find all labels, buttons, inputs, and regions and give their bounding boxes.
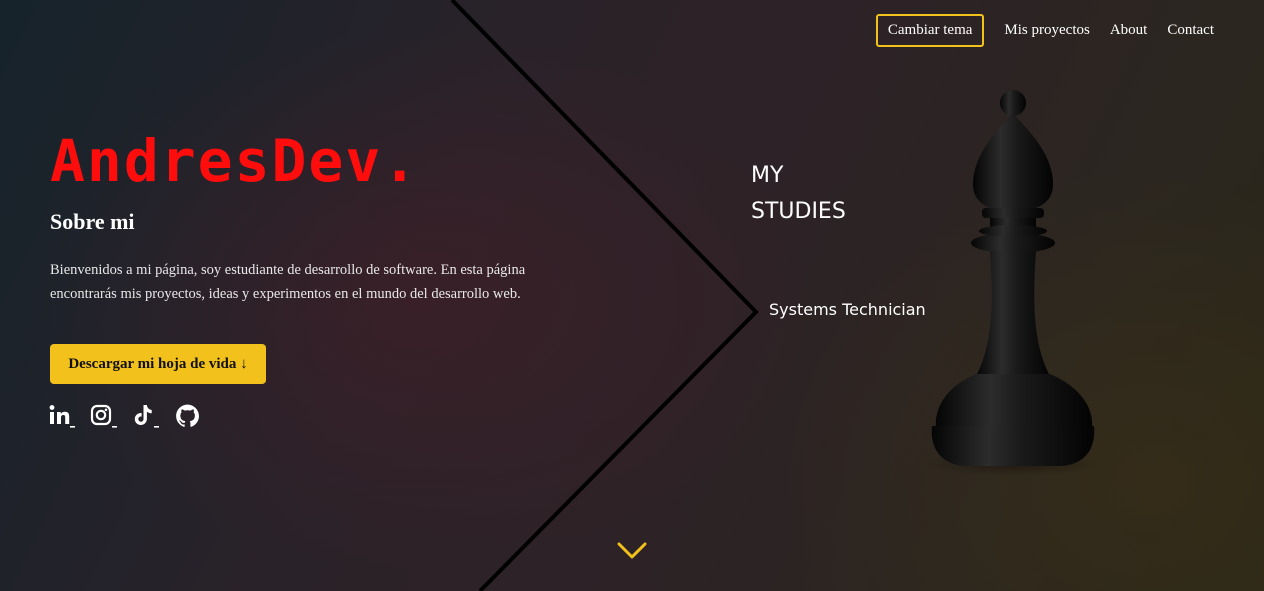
- page: Cambiar tema Mis proyectos About Contact…: [0, 0, 1264, 591]
- social-links: [48, 403, 201, 429]
- theme-toggle-button[interactable]: Cambiar tema: [875, 14, 985, 47]
- instagram-icon[interactable]: [90, 403, 117, 429]
- github-icon[interactable]: [174, 403, 201, 429]
- top-nav: Cambiar tema Mis proyectos About Contact: [875, 14, 1214, 47]
- brand-title: AndresDev.: [50, 127, 420, 195]
- tiktok-icon[interactable]: [132, 403, 159, 429]
- nav-link-projects[interactable]: Mis proyectos: [1004, 22, 1089, 39]
- studies-heading: MY STUDIES: [751, 158, 891, 230]
- download-cv-button[interactable]: Descargar mi hoja de vida ↓: [50, 344, 266, 384]
- about-text: Bienvenidos a mi página, soy estudiante …: [50, 262, 526, 302]
- about-heading: Sobre mi: [50, 209, 135, 234]
- nav-link-about[interactable]: About: [1110, 22, 1148, 39]
- nav-link-contact[interactable]: Contact: [1167, 22, 1214, 39]
- studies-heading-line2: STUDIES: [751, 199, 846, 224]
- chess-bishop-image: [923, 90, 1103, 476]
- linkedin-icon[interactable]: [48, 403, 75, 429]
- studies-heading-line1: MY: [751, 163, 784, 188]
- study-item: Systems Technician: [769, 300, 926, 319]
- chevron-down-icon[interactable]: [616, 540, 648, 562]
